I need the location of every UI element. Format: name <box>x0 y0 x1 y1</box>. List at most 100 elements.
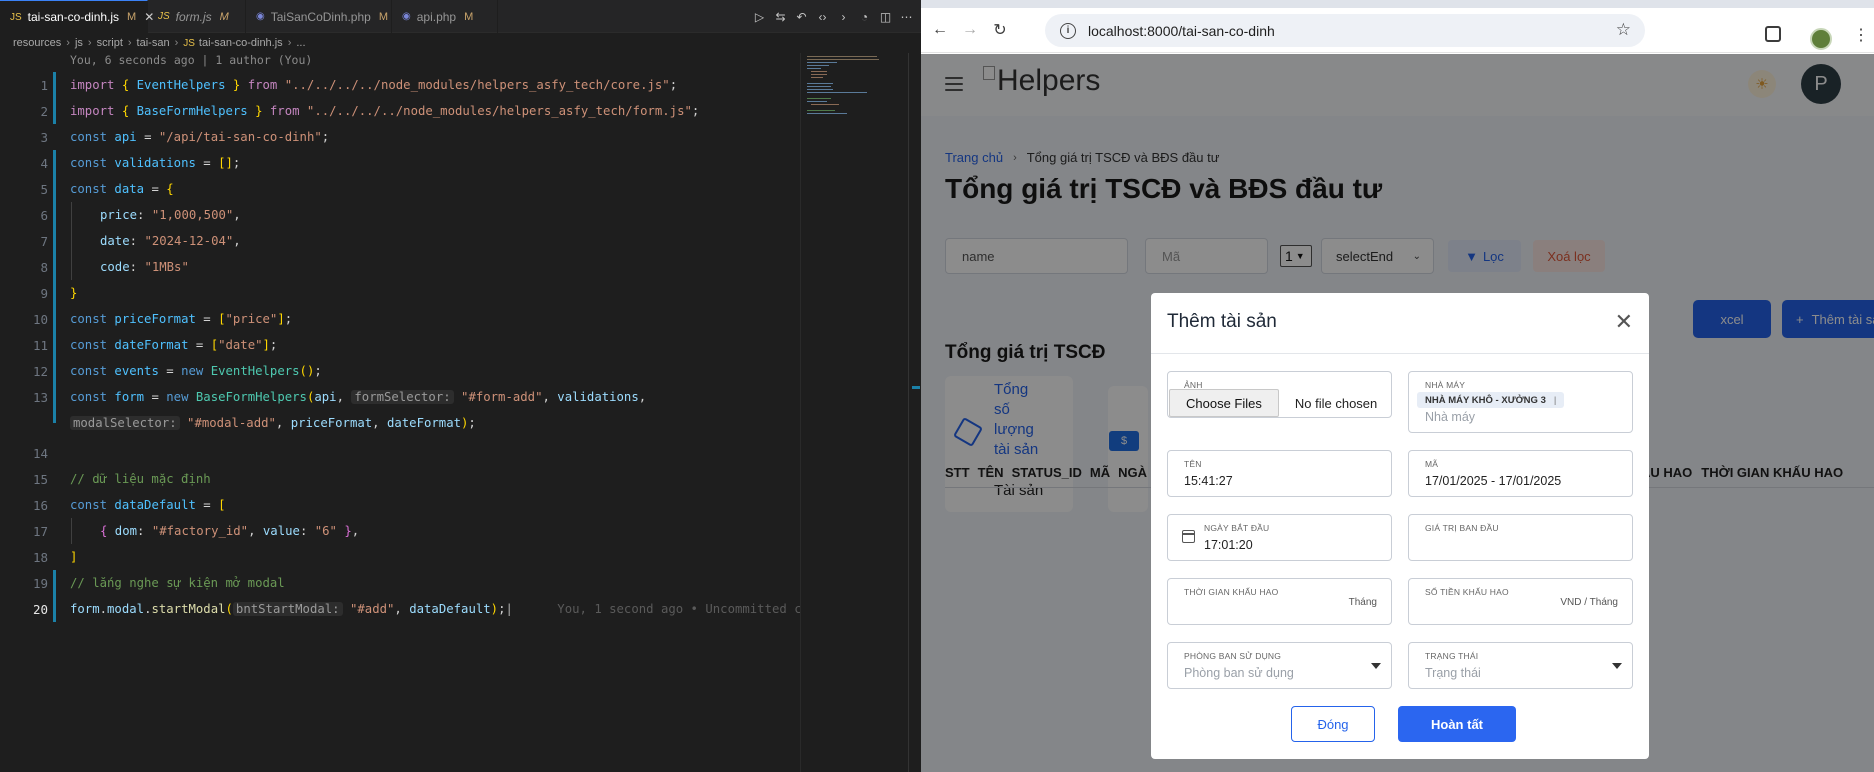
file-breadcrumb: resources › js › script › tai-san › JS tai-s… <box>13 37 306 49</box>
code-text: const form = new BaseFormHelpers(api, fo… <box>70 390 647 404</box>
js-file-icon: JS <box>183 37 195 49</box>
modal-header: Thêm tài sản ✕ <box>1151 293 1649 354</box>
profile-avatar[interactable] <box>1810 28 1832 50</box>
back-icon[interactable]: ‹› <box>814 8 831 25</box>
field-label: NHÀ MÁY <box>1425 380 1466 390</box>
more-actions-icon[interactable]: ⋯ <box>898 8 915 25</box>
run-icon[interactable]: ▷ <box>751 8 768 25</box>
code-text: modalSelector: "#modal-add", priceFormat… <box>70 416 476 430</box>
field-value: 17:01:20 <box>1204 538 1253 552</box>
line-number: 15 <box>32 471 48 487</box>
reload-icon[interactable]: ↻ <box>989 19 1011 41</box>
modified-gutter-marker <box>53 306 56 332</box>
breadcrumb-item[interactable]: tai-san-co-dinh.js <box>199 37 283 49</box>
calendar-icon[interactable] <box>1182 530 1195 543</box>
breadcrumb-item[interactable]: ... <box>296 37 305 49</box>
field-label: TRẠNG THÁI <box>1425 651 1479 661</box>
code-text: const dataDefault = [ <box>70 498 226 512</box>
code-line: 5 const data = { <box>0 176 800 202</box>
close-icon[interactable]: ✕ <box>1615 311 1633 333</box>
factory-select-field[interactable]: NHÀ MÁY NHÀ MÁY KHÔ - XƯỞNG 3 | Nhà máy <box>1408 371 1633 433</box>
field-label: GIÁ TRỊ BAN ĐẦU <box>1425 523 1499 533</box>
code-line-wrap: modalSelector: "#modal-add", priceFormat… <box>0 410 800 436</box>
tab-tai-san-co-dinh-js[interactable]: JS tai-san-co-dinh.js M ✕ <box>0 0 154 33</box>
code-line: 1 import { EventHelpers } from "../../..… <box>0 72 800 98</box>
code-line: 3 const api = "/api/tai-san-co-dinh"; <box>0 124 800 150</box>
line-number: 1 <box>40 77 48 93</box>
remove-tag-icon[interactable]: | <box>1554 395 1556 406</box>
line-number: 7 <box>40 233 48 249</box>
breadcrumb-item[interactable]: script <box>97 37 123 49</box>
code-line: 13 const form = new BaseFormHelpers(api,… <box>0 371 800 423</box>
line-number: 10 <box>32 311 48 327</box>
tab-api-php[interactable]: ◉ api.php M <box>392 0 498 33</box>
breadcrumb-item[interactable]: js <box>75 37 83 49</box>
inlay-hint: modalSelector: <box>70 416 180 430</box>
depreciation-time-field[interactable]: THỜI GIAN KHẤU HAO Tháng <box>1167 578 1392 625</box>
previous-change-icon[interactable]: ↶ <box>793 8 810 25</box>
code-comment: // lắng nghe sự kiện mở modal <box>70 576 285 590</box>
tab-taisancodinh-php[interactable]: ◉ TaiSanCoDinh.php M <box>246 0 392 33</box>
add-asset-modal: Thêm tài sản ✕ ẢNH Choose Files No file … <box>1151 293 1649 759</box>
line-number: 6 <box>40 207 48 223</box>
field-label: THỜI GIAN KHẤU HAO <box>1184 587 1279 597</box>
git-blame-header[interactable]: You, 6 seconds ago | 1 author (You) <box>70 53 312 67</box>
breadcrumb-item[interactable]: resources <box>13 37 61 49</box>
modified-gutter-marker <box>53 332 56 358</box>
line-number: 11 <box>32 337 48 353</box>
url-text[interactable]: localhost:8000/tai-san-co-dinh <box>1088 23 1275 39</box>
modified-gutter-marker <box>53 150 56 176</box>
line-number: 18 <box>32 549 48 565</box>
bookmark-star-icon[interactable]: ☆ <box>1616 20 1631 40</box>
department-select[interactable]: PHÒNG BAN SỬ DỤNG Phòng ban sử dụng <box>1167 642 1392 689</box>
modified-gutter-marker <box>53 570 56 596</box>
more-menu-icon[interactable]: ⋮ <box>1853 25 1869 45</box>
split-editor-icon[interactable]: ◫ <box>877 8 894 25</box>
site-info-icon[interactable]: i <box>1060 22 1076 39</box>
field-label: PHÒNG BAN SỬ DỤNG <box>1184 651 1282 661</box>
editor-scrollbar[interactable] <box>908 53 921 772</box>
start-date-field[interactable]: NGÀY BẮT ĐẦU 17:01:20 <box>1167 514 1392 561</box>
forward-icon[interactable]: › <box>835 8 852 25</box>
status-select[interactable]: TRẠNG THÁI Trạng thái <box>1408 642 1633 689</box>
back-arrow-icon[interactable]: ← <box>929 19 951 41</box>
name-field[interactable]: TÊN 15:41:27 <box>1167 450 1392 497</box>
code-text: const dateFormat = ["date"]; <box>70 338 278 352</box>
compare-icon[interactable]: ⇆ <box>772 8 789 25</box>
timeline-icon[interactable]: ◔ <box>856 8 873 25</box>
line-number: 13 <box>32 389 48 405</box>
inlay-hint: bntStartModal: <box>232 602 343 616</box>
line-number: 12 <box>32 363 48 379</box>
code-text: { dom: "#factory_id", value: "6" }, <box>100 524 360 538</box>
code-line: 14 <box>0 440 800 466</box>
choose-files-button[interactable]: Choose Files <box>1169 389 1279 417</box>
code-text: date: "2024-12-04", <box>100 234 241 248</box>
minimap[interactable] <box>800 53 908 772</box>
close-button[interactable]: Đóng <box>1291 706 1375 742</box>
code-text: } <box>70 286 78 300</box>
code-editor[interactable]: JS tai-san-co-dinh.js M ✕ JS form.js M ◉… <box>0 0 921 772</box>
breadcrumb-item[interactable]: tai-san <box>137 37 170 49</box>
selected-factory-tag[interactable]: NHÀ MÁY KHÔ - XƯỞNG 3 | <box>1417 392 1565 408</box>
tab-form-js[interactable]: JS form.js M <box>148 0 246 33</box>
forward-arrow-icon[interactable]: → <box>959 19 981 41</box>
editor-tab-bar: JS tai-san-co-dinh.js M ✕ JS form.js M ◉… <box>0 0 921 33</box>
line-number: 19 <box>32 575 48 591</box>
code-line: 10 const priceFormat = ["price"]; <box>0 306 800 332</box>
code-field[interactable]: MÃ 17/01/2025 - 17/01/2025 <box>1408 450 1633 497</box>
code-line-current: 20 form.modal.startModal(bntStartModal: … <box>0 596 824 622</box>
submit-button[interactable]: Hoàn tất <box>1398 706 1516 742</box>
extensions-icon[interactable] <box>1765 26 1781 42</box>
depreciation-amount-field[interactable]: SỐ TIỀN KHẤU HAO VND / Tháng <box>1408 578 1633 625</box>
line-number: 20 <box>32 601 48 617</box>
code-text: const data = { <box>70 182 174 196</box>
line-number: 5 <box>40 181 48 197</box>
code-text: ] <box>70 550 78 564</box>
address-bar[interactable]: i localhost:8000/tai-san-co-dinh ☆ <box>1045 14 1645 47</box>
field-label: TÊN <box>1184 459 1202 469</box>
code-line: 17 { dom: "#factory_id", value: "6" }, <box>0 518 800 544</box>
initial-value-field[interactable]: GIÁ TRỊ BAN ĐẦU <box>1408 514 1633 561</box>
code-text: import { EventHelpers } from "../../../.… <box>70 78 678 92</box>
modified-gutter-marker <box>53 202 56 228</box>
field-label: MÃ <box>1425 459 1439 469</box>
